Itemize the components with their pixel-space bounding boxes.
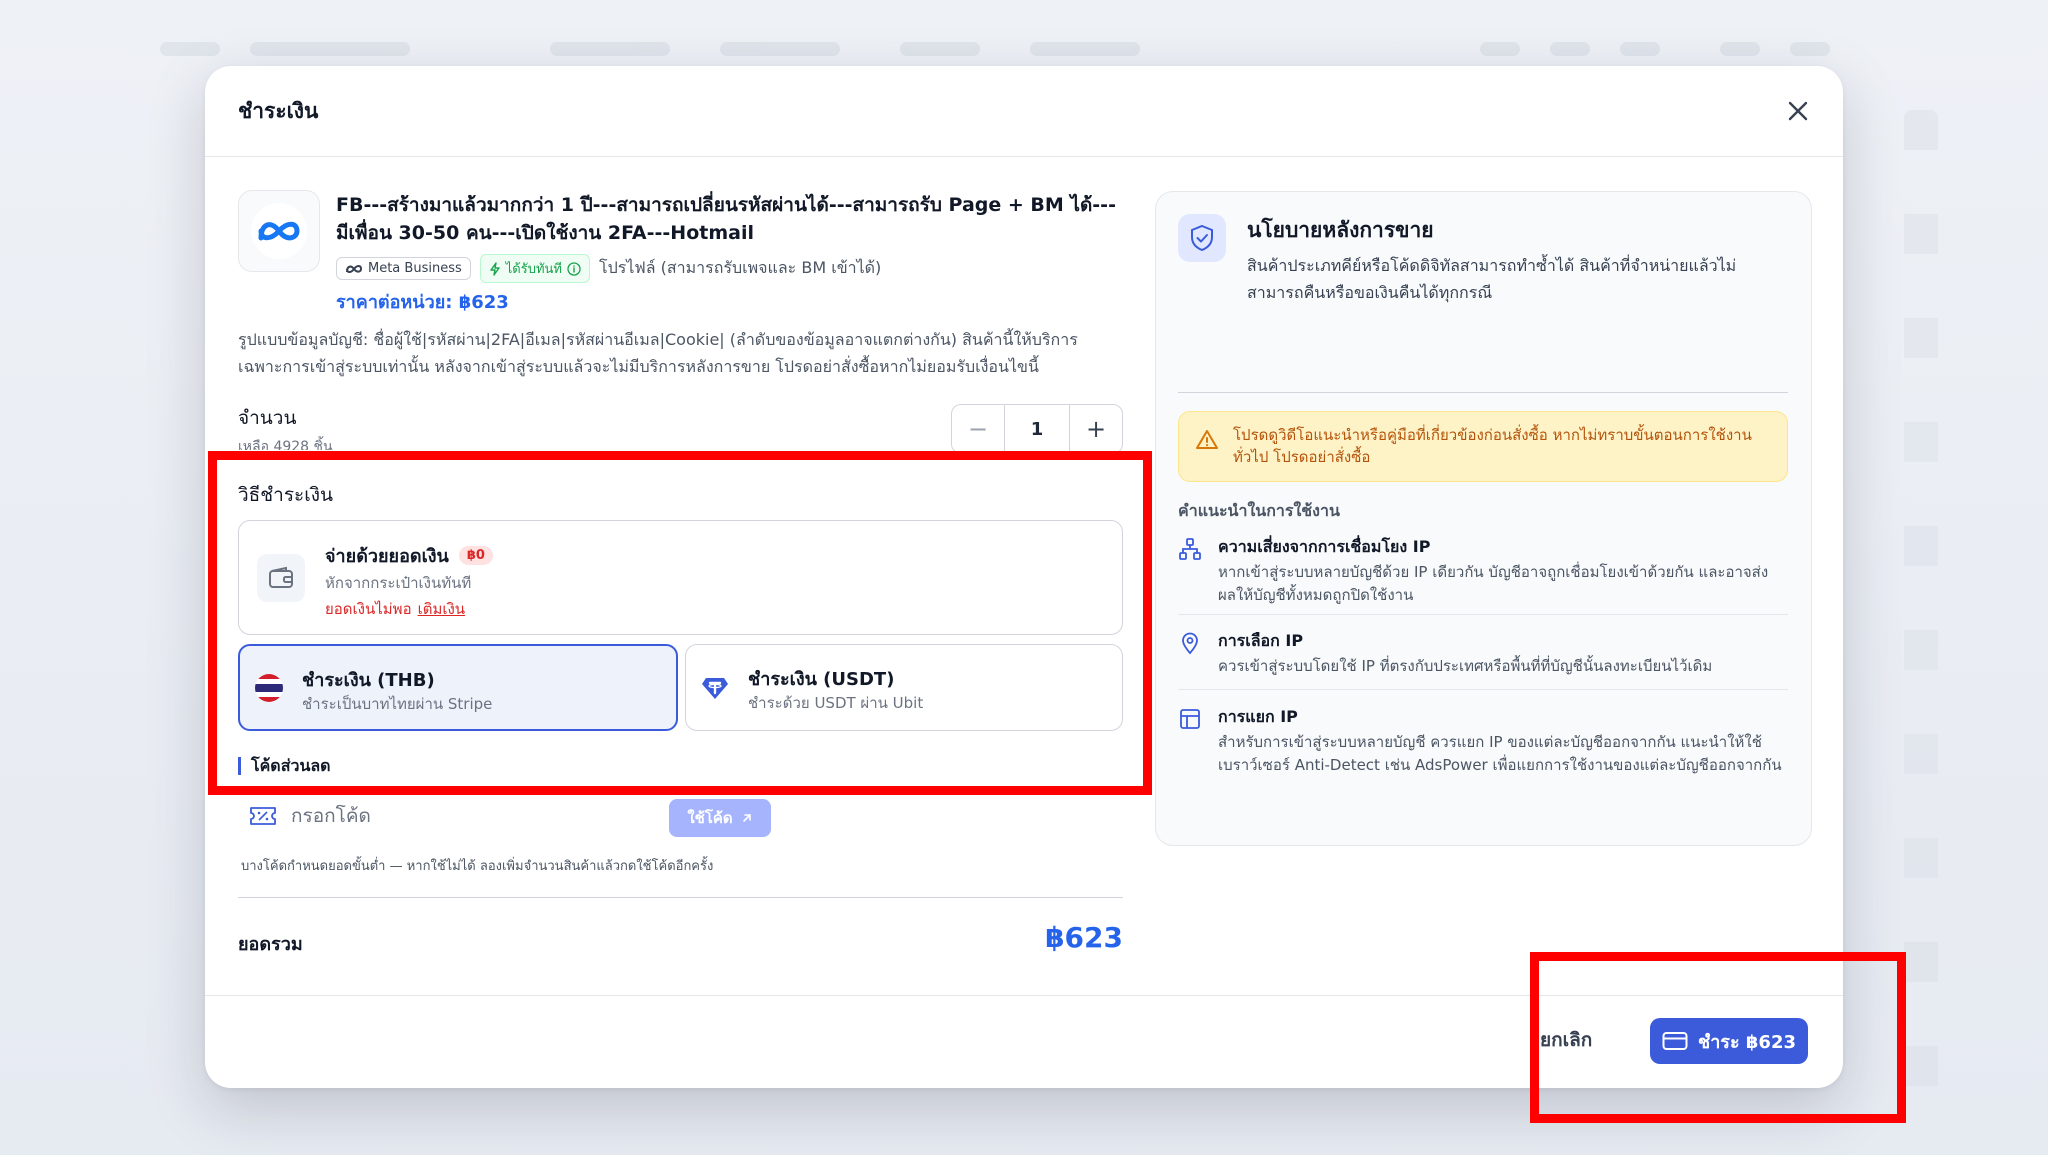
network-icon [1179,538,1201,560]
modal-footer: ยกเลิก ชำระ ฿623 [205,995,1843,1088]
insufficient-balance-row: ยอดเงินไม่พอ เติมเงิน [325,597,465,621]
tag-instant-delivery: ได้รับทันที [479,254,590,283]
credit-card-icon [1662,1032,1688,1050]
background-sidebar [1904,110,1938,1110]
stock-remaining: เหลือ 4928 ชิ้น [238,439,333,450]
usdt-option-subtitle: ชำระด้วย USDT ผ่าน Ubit [748,694,924,712]
guide-title-ip-separation: การแยก IP [1218,707,1298,726]
apply-code-button[interactable]: ใช้โค้ด [669,799,771,837]
pay-button[interactable]: ชำระ ฿623 [1650,1018,1808,1064]
guide-text-ip-separation: สำหรับการเข้าสู่ระบบหลายบัญชี ควรแยก IP … [1218,733,1782,774]
meta-logo-icon [258,221,300,241]
modal-title: ชำระเงิน [238,99,319,123]
location-pin-icon [1182,632,1198,655]
warning-icon [1196,430,1218,449]
info-icon[interactable] [567,261,581,276]
guide-divider [1178,689,1788,690]
usdt-option-title: ชำระเงิน (USDT) [748,669,895,690]
discount-code-hint: บางโค้ดกำหนดยอดขั้นต่ำ — หากใช้ไม่ได้ ลอ… [241,859,714,874]
guide-text-ip-selection: ควรเข้าสู่ระบบโดยใช้ IP ที่ตรงกับประเทศห… [1218,657,1713,675]
guide-text-ip-linking: หากเข้าสู่ระบบหลายบัญชีด้วย IP เดียวกัน … [1218,563,1769,604]
policy-text: สินค้าประเภทคีย์หรือโค้ดดิจิทัลสามารถทำซ… [1247,256,1737,302]
guide-title-ip-linking: ความเสี่ยงจากการเชื่อมโยง IP [1218,537,1431,556]
policy-warning-text: โปรดดูวิดีโอแนะนำหรือคู่มือที่เกี่ยวข้อง… [1233,426,1752,466]
product-logo [238,190,320,272]
decrement-button[interactable]: − [952,405,1004,453]
shield-icon [1178,214,1226,262]
topup-link[interactable]: เติมเงิน [418,600,465,618]
thb-option-subtitle: ชำระเป็นบาทไทยผ่าน Stripe [302,695,493,713]
thailand-flag-icon [255,674,283,702]
lightning-icon [490,261,500,276]
checkout-modal: ชำระเงิน FB---สร้างมาแล้วมากกว่า 1 ปี---… [205,66,1843,1088]
guide-title-ip-selection: การเลือก IP [1218,631,1304,650]
pay-thb-option[interactable]: ชำระเงิน (THB) ชำระเป็นบาทไทยผ่าน Stripe [238,644,678,731]
pay-usdt-option[interactable]: ชำระเงิน (USDT) ชำระด้วย USDT ผ่าน Ubit [685,644,1123,731]
product-tags: Meta Business ได้รับทันที โปรไฟล์ (สามาร… [336,254,881,283]
increment-button[interactable]: + [1070,405,1122,453]
thb-option-title: ชำระเงิน (THB) [302,670,435,691]
coupon-icon [250,807,276,825]
guide-ip-linking: ความเสี่ยงจากการเชื่อมโยง IP หากเข้าสู่ร… [1178,535,1788,605]
policy-warning: โปรดดูวิดีโอแนะนำหรือคู่มือที่เกี่ยวข้อง… [1178,411,1788,482]
modal-header: ชำระเงิน [205,66,1843,157]
balance-option-subtitle: หักจากกระเป๋าเงินทันที [325,574,472,592]
balance-title-row: จ่ายด้วยยอดเงิน ฿0 [325,541,493,570]
cancel-button[interactable]: ยกเลิก [1540,1025,1592,1055]
policy-title: นโยบายหลังการขาย [1247,218,1434,242]
total-value: ฿623 [1045,921,1123,954]
policy-divider [1178,392,1788,393]
tether-icon [702,678,728,699]
pay-with-balance-option[interactable]: จ่ายด้วยยอดเงิน ฿0 หักจากกระเป๋าเงินทันท… [238,520,1123,635]
apply-code-label: ใช้โค้ด [687,810,733,827]
unit-price: ราคาต่อหน่วย: ฿623 [336,292,509,313]
payment-method-label: วิธีชำระเงิน [238,484,333,506]
usage-guide-title: คำแนะนำในการใช้งาน [1178,501,1340,520]
after-sales-policy-panel: นโยบายหลังการขาย สินค้าประเภทคีย์หรือโค้… [1155,191,1812,846]
guide-ip-separation: การแยก IP สำหรับการเข้าสู่ระบบหลายบัญชี … [1178,705,1788,805]
balance-amount-badge: ฿0 [458,546,493,565]
quantity-label: จำนวน [238,407,297,429]
total-label: ยอดรวม [238,934,303,955]
quantity-value[interactable]: 1 [1004,405,1070,453]
product-title: FB---สร้างมาแล้วมากกว่า 1 ปี---สามารถเปล… [336,194,1116,244]
guide-divider [1178,614,1788,615]
total-divider [238,897,1123,898]
arrow-up-right-icon [742,814,751,822]
meta-icon [346,264,363,273]
tag-profile: โปรไฟล์ (สามารถรับเพจและ BM เข้าได้) [599,258,882,277]
discount-code-label: โค้ดส่วนลด [238,757,331,775]
background-navbar [160,28,1880,70]
pay-button-label: ชำระ ฿623 [1697,1031,1797,1053]
layout-icon [1180,709,1200,729]
quantity-stepper: − 1 + [951,404,1123,454]
close-button[interactable] [1783,96,1813,126]
wallet-icon [257,554,305,602]
guide-ip-selection: การเลือก IP ควรเข้าสู่ระบบโดยใช้ IP ที่ต… [1178,629,1788,679]
product-description: รูปแบบข้อมูลบัญชี: ชื่อผู้ใช้|รหัสผ่าน|2… [238,330,1078,376]
close-icon [1788,101,1808,121]
discount-code-field [249,796,649,836]
discount-code-input[interactable] [291,805,591,827]
tag-platform: Meta Business [336,257,471,280]
balance-option-title: จ่ายด้วยยอดเงิน [325,546,449,567]
insufficient-balance-text: ยอดเงินไม่พอ [325,600,412,618]
